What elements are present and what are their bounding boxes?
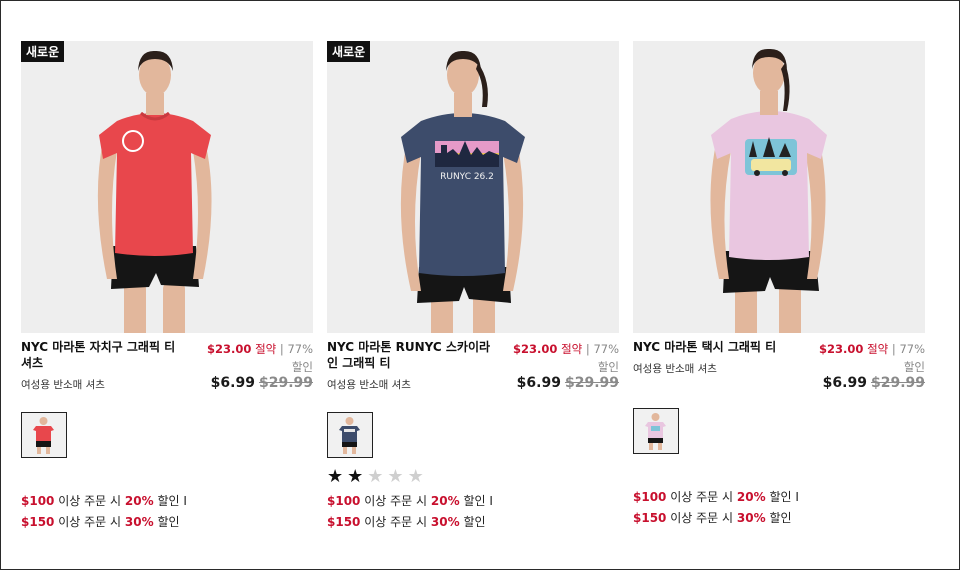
star-empty-icon: ★ [387,466,408,487]
model-illustration: RUNYC 26.2 [400,50,525,333]
promo-tail: 할인 I [769,490,799,504]
savings-percent: 77% [899,342,925,356]
promo-text-mid: 이상 주문 시 [364,494,428,508]
savings-suffix: 할인 [903,360,925,374]
star-empty-icon: ★ [407,466,428,487]
product-card[interactable]: 새로운 NYC 마라톤 자치구 그래픽 티셔츠 $23.00 절약 | 77% … [21,41,313,391]
promo-percent: 20% [124,494,154,508]
savings-suffix: 할인 [291,360,313,374]
price-block: $6.99 $29.99 [823,375,925,391]
model-illustration [97,50,212,333]
promo-tail: 할인 I [463,494,493,508]
promo-tail: 할인 [769,511,792,525]
savings-amount: $23.00 [819,342,864,356]
promo-text: $100 이상 주문 시 20% 할인 I $150 이상 주문 시 30% 할… [21,491,187,533]
swatch-thumbnail [645,413,666,450]
promo-percent: 30% [430,515,460,529]
promo-text: $100 이상 주문 시 20% 할인 I $150 이상 주문 시 30% 할… [633,487,799,529]
promo-amount: $100 [21,494,55,508]
promo-amount: $150 [633,511,667,525]
savings-amount: $23.00 [207,342,252,356]
savings-word: 절약 [867,342,889,356]
promo-text-mid: 이상 주문 시 [670,490,734,504]
swatch-thumbnail [33,417,54,454]
promo-percent: 30% [736,511,766,525]
star-empty-icon: ★ [367,466,388,487]
product-subtitle: 여성용 반소매 셔츠 [21,379,105,391]
star-filled-icon: ★ [347,466,368,487]
product-card[interactable]: RUNYC 26.2 새로운 NYC 마라톤 RUNYC 스카이라인 그래픽 티… [327,41,619,391]
promo-tail: 할인 [463,515,486,529]
promo-text: $100 이상 주문 시 20% 할인 I $150 이상 주문 시 30% 할… [327,491,493,533]
savings-percent: 77% [287,342,313,356]
savings-word: 절약 [255,342,277,356]
savings-suffix: 할인 [597,360,619,374]
product-name[interactable]: NYC 마라톤 택시 그래픽 티 [633,339,798,355]
promo-percent: 30% [124,515,154,529]
promo-percent: 20% [430,494,460,508]
savings-word: 절약 [561,342,583,356]
promo-tail: 할인 [157,515,180,529]
sale-price: $6.99 [210,375,255,391]
sale-price: $6.99 [516,375,561,391]
separator: | [891,342,896,356]
savings-info: $23.00 절약 | 77% 할인 [807,340,925,376]
model-illustration [710,48,827,333]
rating-stars[interactable]: ★★★★★ [327,466,428,487]
product-image[interactable]: 새로운 [21,41,313,333]
product-image[interactable] [633,41,925,333]
color-swatch[interactable] [327,412,373,458]
promo-text-mid: 이상 주문 시 [364,515,428,529]
star-filled-icon: ★ [327,466,348,487]
product-name[interactable]: NYC 마라톤 RUNYC 스카이라인 그래픽 티 [327,339,492,371]
price-block: $6.99 $29.99 [211,375,313,391]
promo-text-mid: 이상 주문 시 [670,511,734,525]
promo-percent: 20% [736,490,766,504]
new-badge: 새로운 [21,41,65,62]
savings-info: $23.00 절약 | 77% 할인 [501,340,619,376]
color-swatch[interactable] [633,408,679,454]
product-card[interactable]: NYC 마라톤 택시 그래픽 티 $23.00 절약 | 77% 할인 여성용 … [633,41,925,391]
product-name[interactable]: NYC 마라톤 자치구 그래픽 티셔츠 [21,339,186,371]
original-price: $29.99 [258,375,313,391]
product-subtitle: 여성용 반소매 셔츠 [633,363,717,375]
promo-amount: $100 [633,490,667,504]
shirt-graphic-text: RUNYC 26.2 [440,172,494,182]
price-block: $6.99 $29.99 [517,375,619,391]
promo-amount: $150 [327,515,361,529]
sale-price: $6.99 [822,375,867,391]
color-swatch[interactable] [21,412,67,458]
savings-amount: $23.00 [513,342,558,356]
promo-amount: $100 [327,494,361,508]
savings-percent: 77% [593,342,619,356]
separator: | [279,342,284,356]
swatch-thumbnail [339,417,360,454]
original-price: $29.99 [870,375,925,391]
product-subtitle: 여성용 반소매 셔츠 [327,379,411,391]
separator: | [585,342,590,356]
promo-text-mid: 이상 주문 시 [58,515,122,529]
promo-tail: 할인 I [157,494,187,508]
product-image[interactable]: RUNYC 26.2 새로운 [327,41,619,333]
promo-amount: $150 [21,515,55,529]
new-badge: 새로운 [327,41,371,62]
promo-text-mid: 이상 주문 시 [58,494,122,508]
original-price: $29.99 [564,375,619,391]
savings-info: $23.00 절약 | 77% 할인 [195,340,313,376]
